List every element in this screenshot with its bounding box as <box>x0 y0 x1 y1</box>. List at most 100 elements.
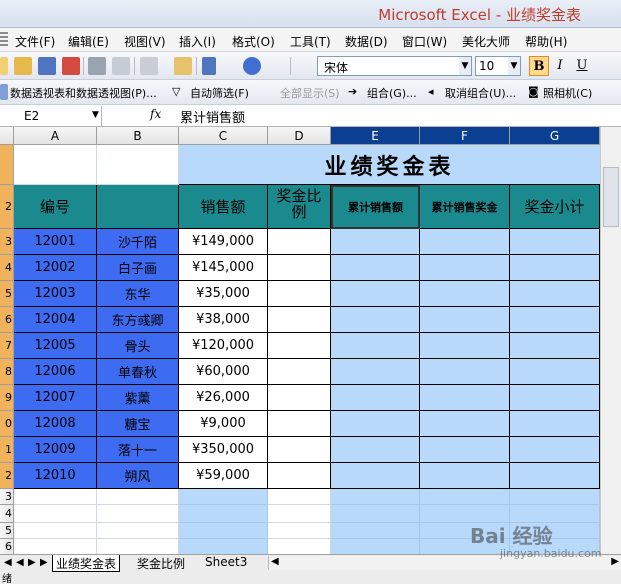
column-header-d[interactable]: D <box>268 127 331 145</box>
format-painter-icon[interactable] <box>174 57 192 75</box>
menu-file[interactable]: 文件(F) <box>15 33 55 50</box>
cell-cumulative-sales[interactable] <box>331 411 420 437</box>
menu-window[interactable]: 窗口(W) <box>402 33 447 50</box>
cell-sales[interactable]: ¥59,000 <box>179 463 268 489</box>
cell-bonus-subtotal[interactable] <box>510 229 600 255</box>
cell-bonus-rate[interactable] <box>268 281 331 307</box>
cell-cumulative-sales[interactable] <box>331 281 420 307</box>
font-name-select[interactable]: 宋体 ▼ <box>317 56 472 76</box>
row-header[interactable]: 2 <box>0 463 14 489</box>
header-bonus-subtotal[interactable]: 奖金小计 <box>510 185 600 229</box>
scroll-left-icon[interactable]: ◀ <box>271 556 279 567</box>
header-name[interactable] <box>97 185 179 229</box>
cell-bonus-rate[interactable] <box>268 385 331 411</box>
cell-bonus-rate[interactable] <box>268 307 331 333</box>
new-icon[interactable] <box>0 57 8 75</box>
empty-cell[interactable] <box>268 489 331 505</box>
cell-id[interactable]: 12006 <box>14 359 97 385</box>
cell-sales[interactable]: ¥120,000 <box>179 333 268 359</box>
cell-id[interactable]: 12009 <box>14 437 97 463</box>
show-all-button[interactable]: 全部显示(S) <box>280 85 340 101</box>
cell-cumulative-sales[interactable] <box>331 359 420 385</box>
ungroup-button[interactable]: 取消组合(U)... <box>445 85 516 101</box>
row-header[interactable]: 3 <box>0 489 14 505</box>
cell-name[interactable]: 朔风 <box>97 463 179 489</box>
header-sales[interactable]: 销售额 <box>179 185 268 229</box>
sheet-tab-bonus-rate[interactable]: 奖金比例 <box>134 555 188 571</box>
cell-bonus-rate[interactable] <box>268 229 331 255</box>
permission-icon[interactable] <box>62 57 80 75</box>
pivot-table-button[interactable]: 数据透视表和数据透视图(P)... <box>10 85 157 101</box>
cell-name[interactable]: 骨头 <box>97 333 179 359</box>
menu-beautify[interactable]: 美化大师 <box>462 33 510 50</box>
bold-button[interactable]: B <box>529 56 549 76</box>
empty-cell[interactable] <box>14 505 97 523</box>
chevron-down-icon[interactable]: ▼ <box>459 57 471 75</box>
cell-cumulative-bonus[interactable] <box>420 307 510 333</box>
function-icon[interactable]: fx <box>150 107 161 121</box>
cell-sales[interactable]: ¥350,000 <box>179 437 268 463</box>
font-size-select[interactable]: 10 ▼ <box>475 56 521 76</box>
empty-cell[interactable] <box>331 539 420 554</box>
empty-cell[interactable] <box>179 523 268 539</box>
scrollbar-thumb[interactable] <box>603 167 619 227</box>
row-header[interactable]: 1 <box>0 437 14 463</box>
cell-name[interactable]: 东华 <box>97 281 179 307</box>
row-header[interactable]: 6 <box>0 307 14 333</box>
chevron-down-icon[interactable]: ▼ <box>508 57 520 75</box>
cell-cumulative-sales[interactable] <box>331 255 420 281</box>
empty-cell[interactable] <box>179 489 268 505</box>
menu-format[interactable]: 格式(O) <box>232 33 275 50</box>
row-header[interactable]: 8 <box>0 359 14 385</box>
toolbar-grip-icon[interactable] <box>0 32 8 48</box>
cell-id[interactable]: 12007 <box>14 385 97 411</box>
menu-insert[interactable]: 插入(I) <box>179 33 216 50</box>
prev-sheet-icon[interactable]: ◀ <box>16 557 24 568</box>
column-header-c[interactable]: C <box>179 127 268 145</box>
print-preview-icon[interactable] <box>112 57 130 75</box>
cell-name[interactable]: 沙千陌 <box>97 229 179 255</box>
name-box[interactable]: E2 ▼ <box>0 106 102 126</box>
camera-button[interactable]: 照相机(C) <box>543 85 592 101</box>
row-header[interactable]: 4 <box>0 255 14 281</box>
menu-help[interactable]: 帮助(H) <box>525 33 567 50</box>
header-id[interactable]: 编号 <box>14 185 97 229</box>
undo-icon[interactable] <box>202 57 216 75</box>
paste-icon[interactable] <box>140 57 158 75</box>
next-sheet-icon[interactable]: ▶ <box>28 557 36 568</box>
cell-name[interactable]: 糖宝 <box>97 411 179 437</box>
cell-bonus-rate[interactable] <box>268 463 331 489</box>
cell-bonus-subtotal[interactable] <box>510 463 600 489</box>
row-header[interactable]: 9 <box>0 385 14 411</box>
empty-cell[interactable] <box>97 505 179 523</box>
column-header-e[interactable]: E <box>331 127 420 145</box>
cell-id[interactable]: 12008 <box>14 411 97 437</box>
empty-cell[interactable] <box>179 505 268 523</box>
scroll-right-icon[interactable]: ▶ <box>611 556 619 567</box>
select-all-corner[interactable] <box>0 127 14 145</box>
vertical-scrollbar[interactable] <box>600 127 621 554</box>
chevron-down-icon[interactable]: ▼ <box>92 110 99 120</box>
empty-cell[interactable] <box>179 539 268 554</box>
row-header[interactable]: 2 <box>0 185 14 229</box>
cell-a1[interactable] <box>14 145 97 185</box>
empty-cell[interactable] <box>14 539 97 554</box>
group-button[interactable]: 组合(G)... <box>367 85 417 101</box>
cell-sales[interactable]: ¥60,000 <box>179 359 268 385</box>
cell-bonus-subtotal[interactable] <box>510 281 600 307</box>
row-header[interactable]: 5 <box>0 281 14 307</box>
cell-id[interactable]: 12010 <box>14 463 97 489</box>
cell-name[interactable]: 单春秋 <box>97 359 179 385</box>
cell-name[interactable]: 落十一 <box>97 437 179 463</box>
cell-sales[interactable]: ¥145,000 <box>179 255 268 281</box>
cell-id[interactable]: 12004 <box>14 307 97 333</box>
empty-cell[interactable] <box>510 489 600 505</box>
row-header[interactable]: 5 <box>0 523 14 539</box>
cell-cumulative-bonus[interactable] <box>420 359 510 385</box>
cell-sales[interactable]: ¥9,000 <box>179 411 268 437</box>
underline-button[interactable]: U <box>572 56 592 76</box>
cell-bonus-subtotal[interactable] <box>510 385 600 411</box>
cell-bonus-subtotal[interactable] <box>510 437 600 463</box>
cell-name[interactable]: 东方彧卿 <box>97 307 179 333</box>
cell-sales[interactable]: ¥26,000 <box>179 385 268 411</box>
